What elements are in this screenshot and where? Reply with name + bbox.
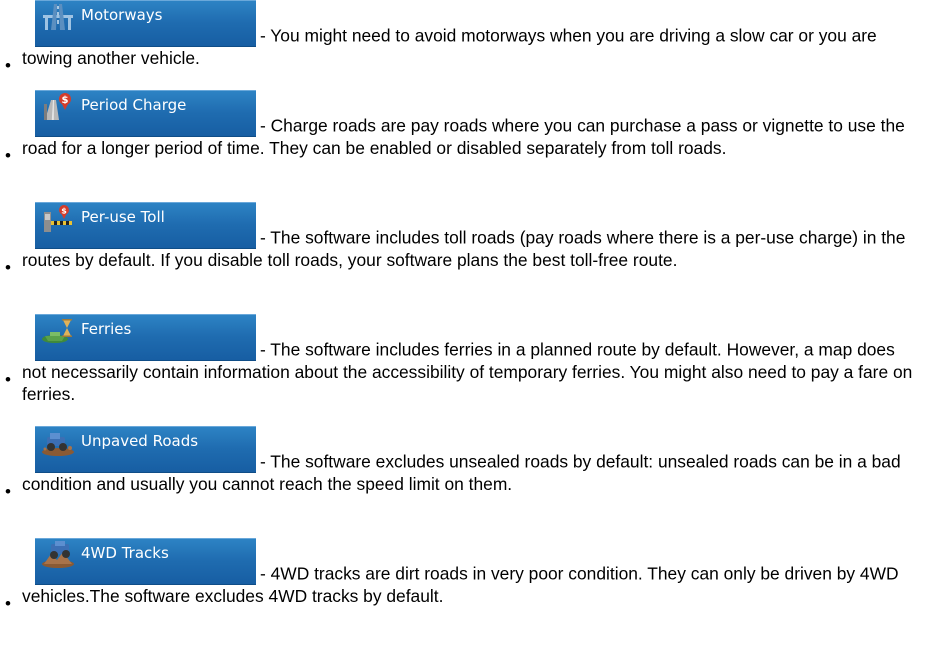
button-label: Motorways (81, 6, 163, 24)
list-item-content: Motorways - You might need to avoid moto… (22, 0, 922, 69)
period-charge-button[interactable]: $ Period Charge (35, 90, 256, 137)
period-charge-icon: $ (44, 93, 71, 120)
unpaved-road-icon (42, 433, 74, 456)
route-options-list: • Motorways - You might need to avoid mo… (0, 0, 934, 664)
list-item-content: $ Period Charge - Charge roads are pay r… (22, 90, 922, 159)
ferry-icon (42, 319, 72, 343)
motorway-icon (43, 4, 73, 30)
bullet: • (5, 258, 11, 277)
list-item-content: 4WD Tracks - 4WD tracks are dirt roads i… (22, 538, 922, 607)
per-use-toll-button[interactable]: $ Per-use Toll (35, 202, 256, 249)
button-label: Period Charge (81, 96, 187, 114)
4wd-track-icon (42, 541, 74, 568)
4wd-tracks-button[interactable]: 4WD Tracks (35, 538, 256, 585)
motorways-button[interactable]: Motorways (35, 0, 256, 47)
bullet: • (5, 370, 11, 389)
button-label: 4WD Tracks (81, 544, 169, 562)
button-label: Ferries (81, 320, 132, 338)
bullet: • (5, 594, 11, 613)
bullet: • (5, 56, 11, 75)
unpaved-roads-button[interactable]: Unpaved Roads (35, 426, 256, 473)
list-item-content: Unpaved Roads - The software excludes un… (22, 426, 922, 495)
list-item-content: Ferries - The software includes ferries … (22, 314, 922, 406)
button-label: Unpaved Roads (81, 432, 199, 450)
bullet: • (5, 146, 11, 165)
per-use-toll-icon: $ (44, 205, 72, 232)
list-item-content: $ Per-use Toll - The software includes t… (22, 202, 922, 271)
button-label: Per-use Toll (81, 208, 165, 226)
bullet: • (5, 482, 11, 501)
ferries-button[interactable]: Ferries (35, 314, 256, 361)
